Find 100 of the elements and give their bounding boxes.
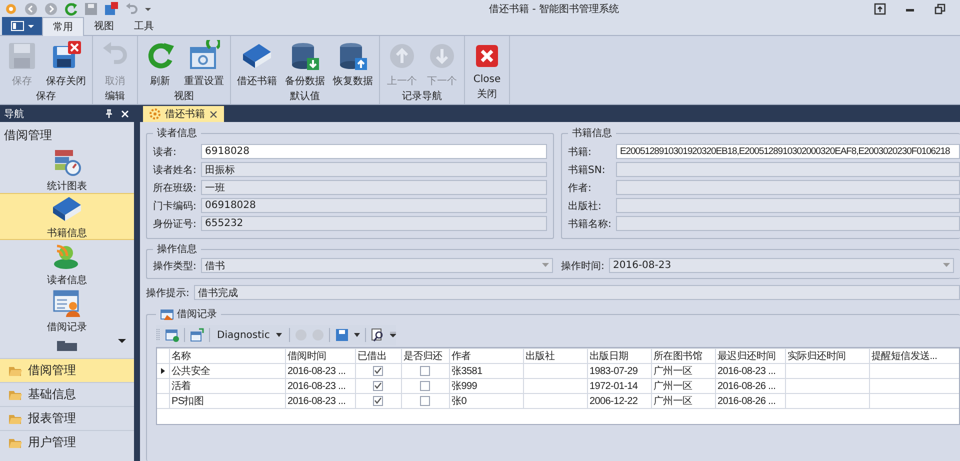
tab-label: 借还书籍 <box>165 108 205 121</box>
nav-item[interactable]: 借阅记录 <box>0 287 134 334</box>
ribbon-button[interactable]: Close <box>468 39 506 87</box>
restore-icon[interactable] <box>934 2 946 14</box>
back-icon[interactable] <box>24 2 38 16</box>
field-label: 读者: <box>153 146 178 158</box>
group-label: 关闭 <box>476 88 498 102</box>
window-title: 借还书籍 - 智能图书管理系统 <box>488 2 620 16</box>
search-icon[interactable] <box>370 328 385 342</box>
table-cell: 1972-01-14 <box>587 378 651 394</box>
gear-icon <box>149 108 161 120</box>
nav-group[interactable]: 基础信息 <box>0 382 134 406</box>
input-field[interactable] <box>616 198 960 213</box>
message-field[interactable]: 借书完成 <box>194 285 960 300</box>
field-label: 操作类型: <box>153 260 198 272</box>
folder-icon <box>8 364 22 376</box>
ribbon-button[interactable]: 恢复数据 <box>330 39 376 89</box>
ribbon-button[interactable]: 刷新 <box>141 39 179 89</box>
input-field[interactable]: 6918028 <box>201 144 547 159</box>
nav-group[interactable]: 用户管理 <box>0 430 134 454</box>
input-field[interactable]: 655232 <box>201 216 547 231</box>
layout-icon <box>10 21 24 31</box>
ribbon-tab[interactable]: 常用 <box>42 17 84 36</box>
panel-title: 导航 <box>4 108 24 120</box>
row-indicator-cell[interactable] <box>157 378 169 394</box>
field-label: 所在班级: <box>153 182 198 194</box>
field-label: 操作提示: <box>146 286 190 300</box>
field-label: 门卡编码: <box>153 200 198 212</box>
nav-group[interactable]: 借阅管理 <box>0 358 134 382</box>
field-label: 书籍SN: <box>568 164 606 176</box>
nav-item[interactable]: 书籍信息 <box>0 193 134 240</box>
ribbon-button[interactable]: 备份数据 <box>282 39 328 89</box>
group-label: 保存 <box>35 90 57 104</box>
field-label: 书籍名称: <box>568 218 612 230</box>
table-cell: 2016-08-23 ... <box>715 364 785 378</box>
nav-item[interactable]: 读者信息 <box>0 240 134 287</box>
column-header[interactable]: 是否归还 <box>401 348 449 364</box>
column-header[interactable]: 所在图书馆 <box>651 348 715 364</box>
caret-icon[interactable] <box>390 332 396 338</box>
group-label: 编辑 <box>104 90 126 104</box>
nav-group[interactable]: 报表管理 <box>0 406 134 430</box>
checkbox[interactable] <box>373 380 383 391</box>
section-title: 借阅管理 <box>3 127 53 144</box>
table-cell: 广州一区 <box>651 364 715 378</box>
ribbon-toggle-icon[interactable] <box>874 2 886 14</box>
new-window-icon[interactable] <box>190 328 204 342</box>
scroll-down-icon[interactable] <box>118 338 126 344</box>
folder-icon <box>8 436 22 448</box>
row-indicator-cell[interactable] <box>157 394 169 408</box>
pin-icon[interactable] <box>104 108 114 118</box>
checkbox[interactable] <box>373 396 383 406</box>
ribbon-tab[interactable]: 工具 <box>124 17 164 35</box>
column-header[interactable]: 出版日期 <box>587 348 651 364</box>
checkbox[interactable] <box>420 380 430 391</box>
forward-icon[interactable] <box>44 2 58 16</box>
table-cell: 2016-08-26 ... <box>715 378 785 394</box>
table-cell: 张999 <box>449 378 523 394</box>
checkbox[interactable] <box>373 366 383 376</box>
table-cell: 公共安全 <box>169 364 285 378</box>
column-header[interactable]: 名称 <box>169 348 285 364</box>
checkbox[interactable] <box>420 396 430 406</box>
column-header[interactable]: 实际归还时间 <box>785 348 869 364</box>
application-menu-button[interactable] <box>2 17 42 35</box>
input-field[interactable] <box>616 216 960 231</box>
input-field[interactable] <box>616 180 960 195</box>
app-gear-icon[interactable] <box>4 2 18 16</box>
column-header[interactable]: 借阅时间 <box>285 348 355 364</box>
close-icon[interactable] <box>209 110 218 118</box>
column-header[interactable]: 出版社 <box>523 348 587 364</box>
field-label: 读者姓名: <box>153 164 198 176</box>
document-tab[interactable]: 借还书籍 <box>143 106 224 122</box>
dropdown[interactable]: 2016-08-23 <box>609 258 954 273</box>
caret-icon <box>276 333 282 337</box>
row-indicator-cell[interactable] <box>157 364 169 378</box>
column-header[interactable]: 已借出 <box>355 348 401 364</box>
input-field[interactable]: 一班 <box>201 180 547 195</box>
ribbon-button[interactable]: 借还书籍 <box>234 39 280 89</box>
floppy-disk-x-icon[interactable] <box>104 2 118 16</box>
column-header[interactable]: 提醒短信发送... <box>869 348 959 364</box>
dropdown-button[interactable]: Diagnostic <box>215 330 284 340</box>
ribbon-button[interactable]: 保存关闭 <box>43 39 89 89</box>
input-field[interactable]: 田振标 <box>201 162 547 177</box>
caret-icon[interactable] <box>354 333 360 337</box>
table-cell: 广州一区 <box>651 394 715 408</box>
ribbon-tab[interactable]: 视图 <box>84 17 124 35</box>
nav-item[interactable]: 统计图表 <box>0 146 134 193</box>
checkbox[interactable] <box>420 366 430 376</box>
input-field[interactable]: 06918028 <box>201 198 547 213</box>
folder-icon <box>56 341 78 351</box>
dropdown[interactable]: 借书 <box>201 258 553 273</box>
column-header[interactable]: 最迟归还时间 <box>715 348 785 364</box>
refresh-icon[interactable] <box>64 2 78 16</box>
add-row-icon[interactable] <box>165 328 179 342</box>
group-title: 操作信息 <box>156 242 198 256</box>
ribbon-button[interactable]: 重置设置 <box>181 39 227 89</box>
column-header[interactable]: 作者 <box>449 348 523 364</box>
input-field[interactable]: E2005128910301920320EB18,E2005128910302000320EAF8,E2003020230F0106218 <box>616 144 960 159</box>
table-cell: PS扣图 <box>169 394 285 408</box>
input-field[interactable] <box>616 162 960 177</box>
undo-icon[interactable] <box>124 2 138 16</box>
